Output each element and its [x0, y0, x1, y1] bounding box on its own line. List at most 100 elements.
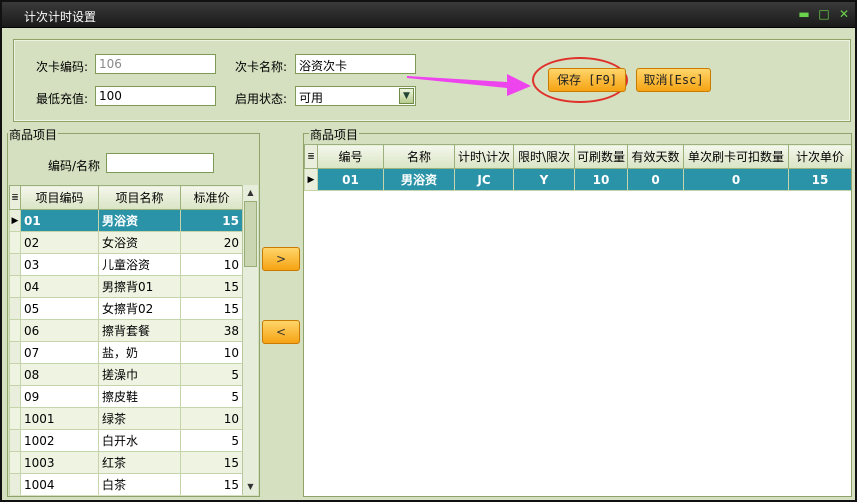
scroll-thumb[interactable]: [244, 201, 257, 267]
table-row[interactable]: 03 儿童浴资 10: [9, 253, 242, 276]
table-row[interactable]: 09 擦皮鞋 5: [9, 385, 242, 408]
close-icon[interactable]: ✕: [837, 7, 851, 21]
title-bar: 计次计时设置 ▬ □ ✕: [2, 2, 855, 28]
current-row-icon: ▶: [304, 168, 318, 191]
min-recharge-label: 最低充值:: [36, 92, 89, 106]
table-row[interactable]: 07 盐，奶 10: [9, 341, 242, 364]
left-table-container: ≣ 项目编码 项目名称 标准价 ▶ 01 男浴资 15 02 女浴资 20 03 儿童浴资 10 0…: [9, 185, 242, 495]
row-indicator: [9, 231, 21, 254]
col-item-name[interactable]: 项目名称: [98, 185, 181, 210]
col-item-code[interactable]: 项目编码: [20, 185, 99, 210]
row-indicator: [9, 297, 21, 320]
table-cell: 1001: [20, 407, 99, 430]
table-cell: 02: [20, 231, 99, 254]
table-cell: 15: [180, 209, 242, 232]
col-standard-price[interactable]: 标准价: [180, 185, 242, 210]
minimize-icon[interactable]: ▬: [797, 7, 811, 21]
table-cell: 5: [180, 385, 242, 408]
status-value: 可用: [299, 91, 324, 105]
left-group-title: 商品项目: [8, 126, 59, 143]
table-cell: 07: [20, 341, 99, 364]
table-row[interactable]: 08 搓澡巾 5: [9, 363, 242, 386]
left-scrollbar[interactable]: ▲ ▼: [242, 185, 258, 495]
search-label: 编码/名称: [48, 159, 101, 173]
table-row[interactable]: 1003 红茶 15: [9, 451, 242, 474]
current-row-icon: ▶: [9, 209, 21, 232]
row-indicator: [9, 275, 21, 298]
table-cell: 1003: [20, 451, 99, 474]
row-indicator: [9, 385, 21, 408]
row-indicator: [9, 363, 21, 386]
table-cell: 擦皮鞋: [98, 385, 181, 408]
table-cell: 男擦背01: [98, 275, 181, 298]
table-cell: 10: [180, 341, 242, 364]
col-limit[interactable]: 限时\限次: [513, 144, 575, 169]
scroll-up-icon[interactable]: ▲: [243, 185, 258, 200]
table-cell: 盐，奶: [98, 341, 181, 364]
table-row[interactable]: 05 女擦背02 15: [9, 297, 242, 320]
col-name[interactable]: 名称: [383, 144, 455, 169]
table-row[interactable]: 06 擦背套餐 38: [9, 319, 242, 342]
cancel-button[interactable]: 取消[Esc]: [636, 68, 711, 92]
add-item-button[interactable]: >: [262, 247, 300, 271]
table-cell: 05: [20, 297, 99, 320]
col-time-count[interactable]: 计时\计次: [454, 144, 514, 169]
table-cell: 38: [180, 319, 242, 342]
table-row[interactable]: 1002 白开水 5: [9, 429, 242, 452]
table-cell: 15: [180, 297, 242, 320]
row-indicator: [9, 253, 21, 276]
card-code-field[interactable]: 106: [95, 54, 216, 74]
table-cell: 15: [180, 473, 242, 495]
scroll-down-icon[interactable]: ▼: [243, 479, 258, 494]
table-cell: 08: [20, 363, 99, 386]
min-recharge-field[interactable]: 100: [95, 86, 216, 106]
table-cell: 搓澡巾: [98, 363, 181, 386]
row-indicator: [9, 429, 21, 452]
left-product-table: ≣ 项目编码 项目名称 标准价 ▶ 01 男浴资 15 02 女浴资 20 03 儿童浴资 10 0…: [9, 185, 242, 495]
table-cell: 10: [574, 168, 628, 191]
table-cell: 男浴资: [383, 168, 455, 191]
row-indicator: [9, 407, 21, 430]
selected-item-table: ≣ 编号 名称 计时\计次 限时\限次 可刷数量 有效天数 单次刷卡可扣数量 计…: [304, 144, 851, 191]
row-indicator: [9, 341, 21, 364]
table-cell: 06: [20, 319, 99, 342]
maximize-icon[interactable]: □: [817, 7, 831, 21]
table-row[interactable]: ▶ 01 男浴资 15: [9, 209, 242, 232]
table-row[interactable]: 1004 白茶 15: [9, 473, 242, 495]
table-cell: 03: [20, 253, 99, 276]
table-cell: 男浴资: [98, 209, 181, 232]
status-label: 启用状态:: [235, 92, 288, 106]
table-cell: JC: [454, 168, 514, 191]
table-cell: 01: [20, 209, 99, 232]
col-swipe-qty[interactable]: 可刷数量: [574, 144, 628, 169]
table-cell: 儿童浴资: [98, 253, 181, 276]
table-cell: 04: [20, 275, 99, 298]
table-row[interactable]: 02 女浴资 20: [9, 231, 242, 254]
row-indicator: [9, 319, 21, 342]
col-valid-days[interactable]: 有效天数: [627, 144, 684, 169]
save-button[interactable]: 保存 [F9]: [548, 68, 626, 92]
card-name-field[interactable]: 浴资次卡: [295, 54, 416, 74]
status-select[interactable]: 可用 ▼: [295, 86, 416, 106]
table-row[interactable]: ▶ 01 男浴资 JC Y 10 0 0 15: [304, 168, 851, 191]
search-input[interactable]: [106, 153, 214, 173]
table-cell: 绿茶: [98, 407, 181, 430]
table-cell: 09: [20, 385, 99, 408]
right-group-title: 商品项目: [309, 126, 360, 143]
table-row[interactable]: 04 男擦背01 15: [9, 275, 242, 298]
col-per-swipe-qty[interactable]: 单次刷卡可扣数量: [683, 144, 789, 169]
table-row[interactable]: 1001 绿茶 10: [9, 407, 242, 430]
card-code-label: 次卡编码:: [36, 60, 89, 74]
col-unit-price[interactable]: 计次单价: [788, 144, 851, 169]
row-indicator: [9, 473, 21, 495]
col-number[interactable]: 编号: [317, 144, 384, 169]
table-cell: 1004: [20, 473, 99, 495]
window-title: 计次计时设置: [24, 10, 97, 24]
table-cell: 女浴资: [98, 231, 181, 254]
table-cell: 5: [180, 363, 242, 386]
table-cell: 01: [317, 168, 384, 191]
table-cell: 擦背套餐: [98, 319, 181, 342]
table-cell: 0: [683, 168, 789, 191]
table-cell: 白开水: [98, 429, 181, 452]
remove-item-button[interactable]: <: [262, 320, 300, 344]
